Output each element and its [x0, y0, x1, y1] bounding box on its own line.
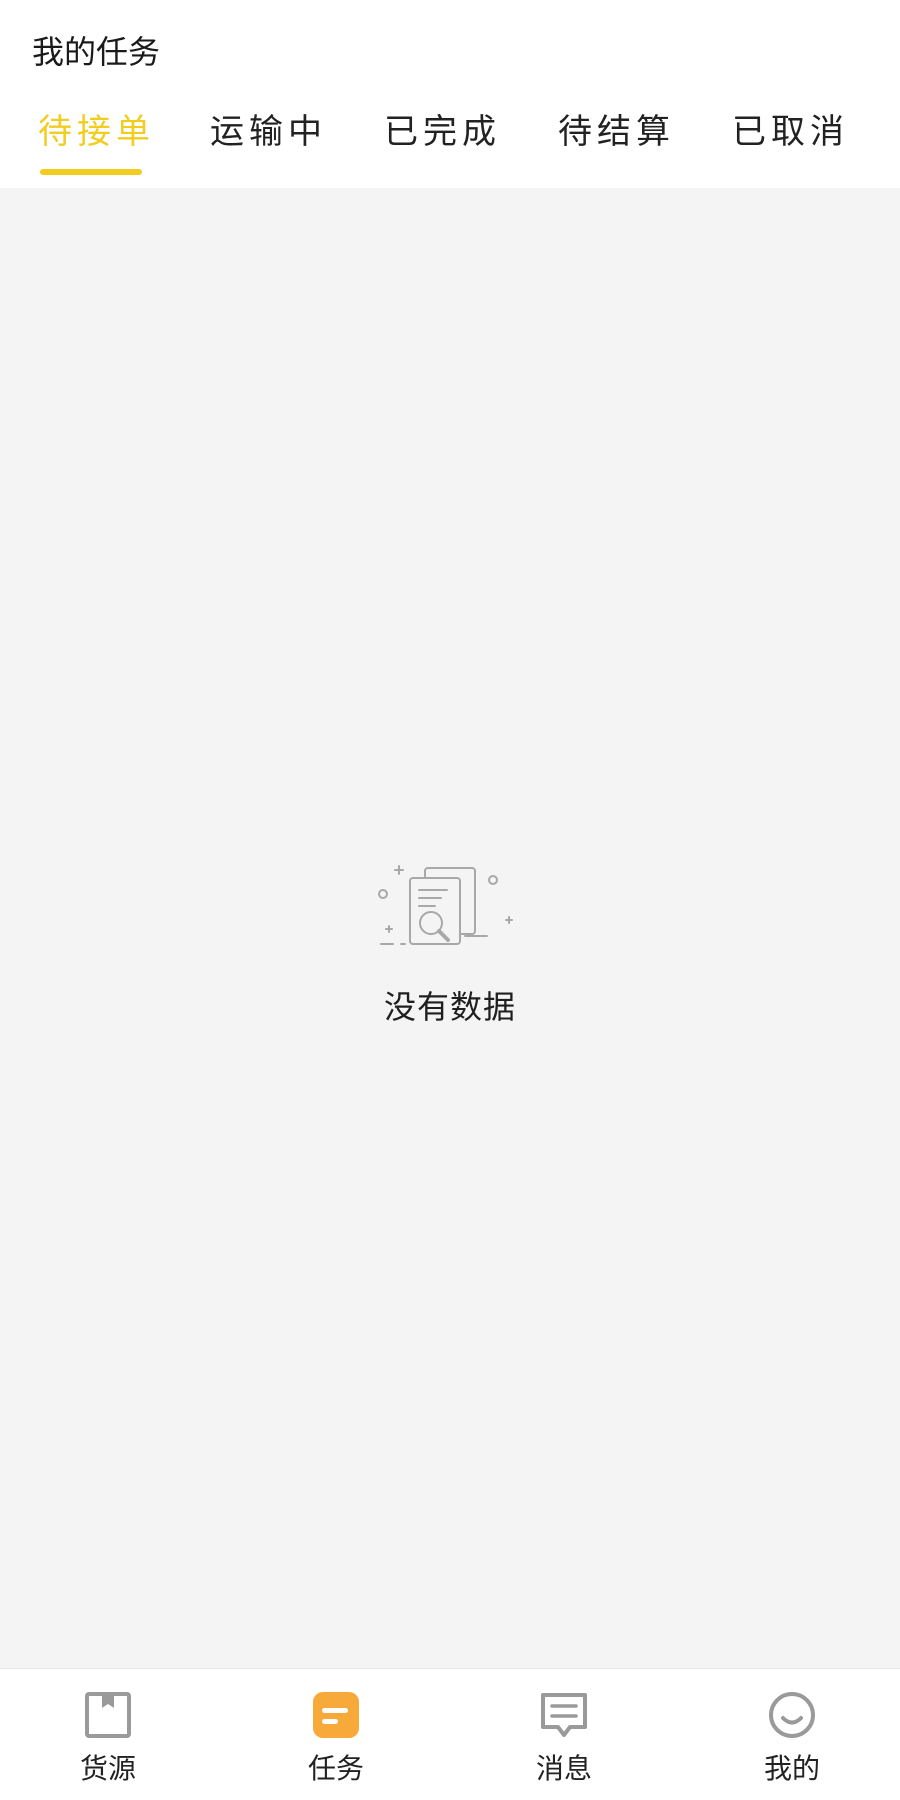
- tabbar-label-mine: 我的: [763, 1752, 820, 1785]
- tabbar-label-tasks: 任务: [307, 1752, 364, 1785]
- tab-pending-accept[interactable]: 待接单: [38, 104, 155, 188]
- tab-pending-settlement[interactable]: 待结算: [558, 104, 675, 188]
- box-icon: [85, 1692, 131, 1738]
- empty-message: 没有数据: [383, 988, 516, 1026]
- tabbar-item-tasks[interactable]: 任务: [266, 1669, 406, 1800]
- header: 我的任务 待接单 运输中 已完成 待结算 已取消: [0, 0, 900, 188]
- task-list-icon: [313, 1692, 359, 1738]
- smile-icon: [769, 1692, 815, 1738]
- tabbar-label-messages: 消息: [535, 1752, 592, 1785]
- empty-state: 没有数据: [0, 860, 900, 1028]
- message-icon: [541, 1693, 587, 1737]
- tab-completed[interactable]: 已完成: [384, 104, 501, 188]
- tabbar-label-cargo: 货源: [79, 1752, 136, 1785]
- tab-cancelled[interactable]: 已取消: [732, 104, 849, 188]
- my-tasks-screen: 我的任务 待接单 运输中 已完成 待结算 已取消 没有数据 货源 任务 消息 我…: [0, 0, 900, 1800]
- active-tab-indicator: [40, 169, 142, 175]
- tabbar-item-messages[interactable]: 消息: [494, 1669, 634, 1800]
- document-search-icon: [378, 865, 513, 945]
- task-status-tabs: 待接单 运输中 已完成 待结算 已取消: [0, 104, 900, 188]
- tabbar-item-cargo[interactable]: 货源: [38, 1669, 178, 1800]
- tab-in-transit[interactable]: 运输中: [210, 104, 327, 188]
- bottom-tab-bar: 货源 任务 消息 我的: [0, 1668, 900, 1800]
- tabbar-item-mine[interactable]: 我的: [722, 1669, 862, 1800]
- page-title: 我的任务: [32, 33, 161, 71]
